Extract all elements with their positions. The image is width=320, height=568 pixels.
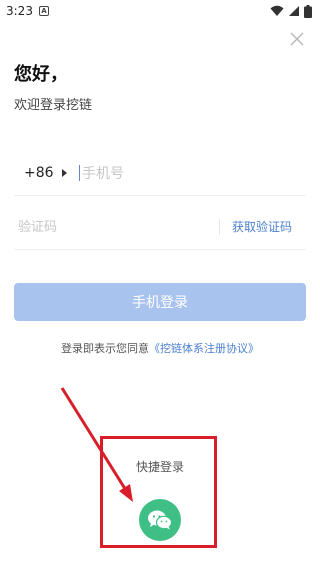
agreement-prefix: 登录即表示您同意 — [61, 342, 149, 355]
code-row: 获取验证码 — [14, 204, 306, 250]
phone-input[interactable] — [79, 164, 306, 181]
notification-icon: A — [38, 6, 49, 16]
status-time: 3:23 — [6, 4, 33, 18]
status-left: 3:23 A — [6, 4, 49, 18]
caret-right-icon[interactable] — [62, 168, 67, 177]
battery-icon — [304, 4, 312, 18]
annotation-box — [100, 436, 217, 548]
agreement-link[interactable]: 《挖链体系注册协议》 — [149, 342, 259, 355]
welcome-text: 欢迎登录挖链 — [14, 98, 93, 113]
get-code-button[interactable]: 获取验证码 — [232, 218, 292, 235]
phone-login-button[interactable]: 手机登录 — [14, 283, 306, 321]
status-right — [270, 4, 312, 18]
code-divider — [218, 218, 220, 235]
country-code-selector[interactable]: +86 — [24, 165, 54, 181]
wifi-icon — [270, 5, 284, 16]
verification-code-input[interactable] — [14, 219, 219, 234]
status-bar: 3:23 A — [0, 0, 320, 22]
greeting-title: 您好， — [14, 64, 68, 85]
close-button[interactable] — [288, 30, 306, 48]
phone-row: +86 — [14, 150, 306, 196]
agreement-text: 登录即表示您同意《挖链体系注册协议》 — [0, 340, 320, 356]
signal-icon — [289, 6, 299, 16]
close-icon — [290, 32, 304, 46]
